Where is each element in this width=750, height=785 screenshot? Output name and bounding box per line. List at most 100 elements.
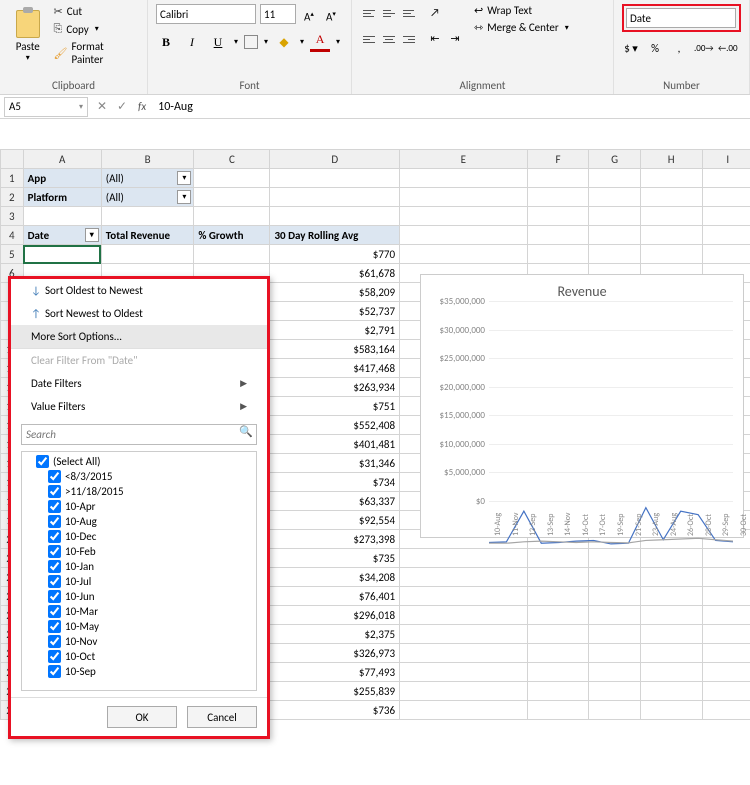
cell[interactable]: $34,208 (270, 568, 400, 587)
checkbox[interactable] (48, 500, 61, 513)
cell[interactable]: $401,481 (270, 435, 400, 454)
value-filters-submenu[interactable]: Value Filters▶ (11, 395, 267, 418)
filter-checklist[interactable]: (Select All)<8/3/2015>11/18/201510-Apr10… (21, 451, 257, 691)
border-button[interactable] (244, 35, 258, 49)
align-middle-button[interactable] (380, 4, 398, 22)
cell[interactable]: $31,346 (270, 454, 400, 473)
cell[interactable]: $52,737 (270, 302, 400, 321)
italic-button[interactable]: I (182, 32, 202, 52)
cut-button[interactable]: ✂Cut (52, 4, 139, 19)
col-header-I[interactable]: I (702, 150, 750, 169)
number-format-select[interactable] (626, 8, 736, 28)
filter-checkbox-item[interactable]: 10-Jun (26, 589, 252, 604)
paste-button[interactable]: Paste ▾ (8, 4, 48, 68)
date-filters-submenu[interactable]: Date Filters▶ (11, 372, 267, 395)
accounting-format-button[interactable]: $ ▾ (622, 40, 640, 58)
align-left-button[interactable] (360, 30, 378, 48)
bold-button[interactable]: B (156, 32, 176, 52)
pivot-filter-app-value[interactable]: (All)▾ (101, 169, 194, 188)
cell[interactable]: $552,408 (270, 416, 400, 435)
font-family-select[interactable] (156, 4, 256, 24)
checkbox[interactable] (48, 575, 61, 588)
cell[interactable]: $751 (270, 397, 400, 416)
col-header-F[interactable]: F (527, 150, 589, 169)
cell[interactable]: $76,401 (270, 587, 400, 606)
increase-decimal-button[interactable]: .00→ (694, 40, 712, 58)
checkbox[interactable] (48, 665, 61, 678)
cell[interactable]: $583,164 (270, 340, 400, 359)
cancel-formula-button[interactable]: ✕ (92, 99, 112, 114)
filter-ok-button[interactable]: OK (107, 706, 177, 728)
filter-checkbox-item[interactable]: 10-Aug (26, 514, 252, 529)
enter-formula-button[interactable]: ✓ (112, 99, 132, 114)
checkbox[interactable] (48, 590, 61, 603)
filter-dropdown-icon[interactable]: ▾ (85, 228, 99, 242)
dropdown-arrow-icon[interactable]: ▾ (177, 171, 191, 185)
cell[interactable]: $61,678 (270, 264, 400, 283)
cell[interactable]: $58,209 (270, 283, 400, 302)
insert-function-button[interactable]: fx (132, 100, 152, 113)
cell[interactable]: $734 (270, 473, 400, 492)
name-box[interactable]: A5▾ (4, 97, 88, 117)
cell[interactable]: $77,493 (270, 663, 400, 682)
pivot-header-date[interactable]: Date▾ (23, 226, 101, 245)
cell[interactable]: $296,018 (270, 606, 400, 625)
checkbox[interactable] (48, 470, 61, 483)
pivot-filter-platform-value[interactable]: (All)▾ (101, 188, 194, 207)
col-header-E[interactable]: E (400, 150, 528, 169)
cell[interactable]: $2,375 (270, 625, 400, 644)
checkbox[interactable] (48, 650, 61, 663)
row-header[interactable]: 5 (1, 245, 24, 264)
col-header-A[interactable]: A (23, 150, 101, 169)
font-color-button[interactable]: A (310, 32, 330, 52)
percent-format-button[interactable]: % (646, 40, 664, 58)
cell[interactable]: $417,468 (270, 359, 400, 378)
row-header[interactable]: 1 (1, 169, 24, 188)
filter-checkbox-item[interactable]: 10-May (26, 619, 252, 634)
cell[interactable] (23, 245, 101, 264)
filter-checkbox-item[interactable]: 10-Mar (26, 604, 252, 619)
checkbox[interactable] (48, 530, 61, 543)
checkbox[interactable] (48, 605, 61, 618)
filter-search-input[interactable] (22, 425, 236, 444)
cell[interactable] (101, 245, 194, 264)
filter-checkbox-item[interactable]: 10-Feb (26, 544, 252, 559)
filter-cancel-button[interactable]: Cancel (187, 706, 257, 728)
cell[interactable]: $326,973 (270, 644, 400, 663)
cell[interactable]: $736 (270, 701, 400, 720)
checkbox[interactable] (48, 485, 61, 498)
cell[interactable] (194, 245, 270, 264)
align-top-button[interactable] (360, 4, 378, 22)
merge-center-button[interactable]: ⇿Merge & Center▾ (474, 21, 569, 34)
col-header-D[interactable]: D (270, 150, 400, 169)
decrease-decimal-button[interactable]: ←.00 (718, 40, 736, 58)
cell[interactable]: $2,791 (270, 321, 400, 340)
filter-checkbox-item[interactable]: 10-Oct (26, 649, 252, 664)
cell[interactable]: $735 (270, 549, 400, 568)
underline-button[interactable]: U (208, 32, 228, 52)
wrap-text-button[interactable]: ↩Wrap Text (474, 4, 569, 17)
fill-color-button[interactable]: ◆ (274, 32, 294, 52)
checkbox[interactable] (48, 560, 61, 573)
col-header-G[interactable]: G (589, 150, 640, 169)
filter-checkbox-item[interactable]: 10-Jan (26, 559, 252, 574)
decrease-font-button[interactable]: A▾ (322, 5, 340, 23)
cell[interactable]: $63,337 (270, 492, 400, 511)
cell[interactable]: $263,934 (270, 378, 400, 397)
comma-format-button[interactable]: , (670, 40, 688, 58)
filter-checkbox-item[interactable]: <8/3/2015 (26, 469, 252, 484)
format-painter-button[interactable]: 🖌Format Painter (52, 39, 139, 67)
increase-indent-button[interactable]: ⇥ (446, 30, 464, 48)
filter-checkbox-item[interactable]: 10-Jul (26, 574, 252, 589)
cell[interactable]: $255,839 (270, 682, 400, 701)
copy-button[interactable]: ⎘Copy▾ (52, 21, 139, 37)
filter-checkbox-item[interactable]: (Select All) (26, 454, 252, 469)
dropdown-arrow-icon[interactable]: ▾ (177, 190, 191, 204)
align-bottom-button[interactable] (400, 4, 418, 22)
checkbox[interactable] (48, 545, 61, 558)
sort-oldest-newest[interactable]: ↓Sort Oldest to Newest (11, 279, 267, 302)
row-header[interactable]: 2 (1, 188, 24, 207)
filter-search-box[interactable]: 🔍 (21, 424, 257, 445)
align-center-button[interactable] (380, 30, 398, 48)
decrease-indent-button[interactable]: ⇤ (426, 30, 444, 48)
